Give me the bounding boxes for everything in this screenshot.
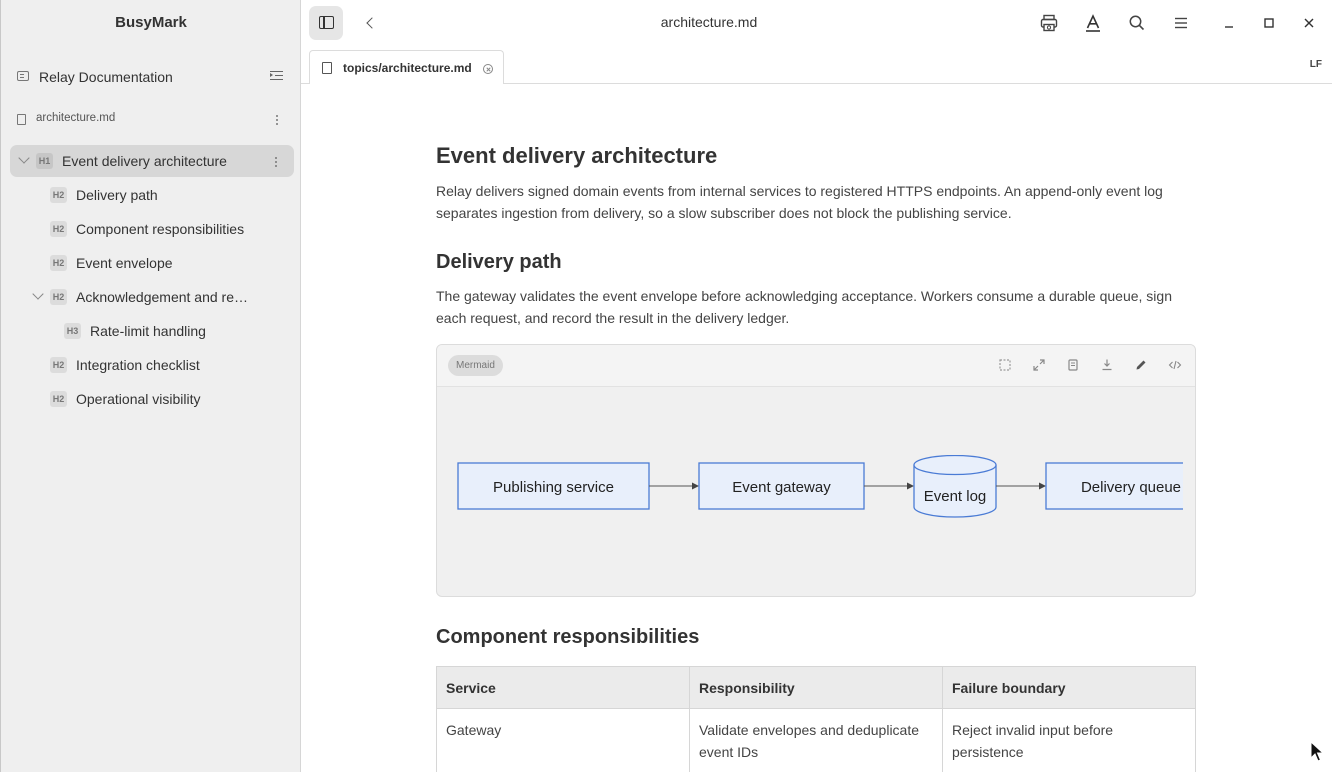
responsibilities-table: Service Responsibility Failure boundary … [436,666,1196,772]
outline-toggle-icon[interactable] [270,70,283,82]
file-more-icon[interactable] [276,115,279,126]
node-event-gateway: Event gateway [698,462,865,510]
heading-level-badge: H2 [50,289,67,305]
table-cell: Validate envelopes and deduplicate event… [689,708,943,772]
outline-more-icon[interactable] [275,157,278,168]
table-header-row: Service Responsibility Failure boundary [436,666,1196,709]
outline-item-integration-checklist[interactable]: H2 Integration checklist [10,349,294,381]
flowchart-diagram: Publishing service Event gateway Event l… [457,455,1183,518]
file-row[interactable]: architecture.md [1,110,301,130]
chevron-down-icon[interactable] [32,288,44,300]
workspace-label: Relay Documentation [39,69,173,85]
mouse-cursor-icon [1310,741,1324,762]
text-format-icon[interactable] [1083,13,1103,33]
heading-level-badge: H1 [36,153,53,169]
heading-level-badge: H2 [50,357,67,373]
heading-level-badge: H2 [50,187,67,203]
outline-item-delivery-path[interactable]: H2 Delivery path [10,179,294,211]
workspace-row[interactable]: Relay Documentation [1,66,301,90]
outline-item-label: Integration checklist [76,357,200,373]
section-heading-component-responsibilities: Component responsibilities [436,626,700,648]
outline-item-acknowledgement[interactable]: H2 Acknowledgement and re… [10,281,294,313]
header-bar: architecture.md [301,0,1332,47]
line-ending-indicator[interactable]: LF [1310,59,1322,70]
expand-icon[interactable] [1032,358,1046,372]
outline-item-label: Component responsibilities [76,221,245,237]
tab-bar: topics/architecture.md LF [301,47,1332,84]
outline-item-label: Event envelope [76,255,173,271]
select-area-icon[interactable] [998,358,1012,372]
section-heading-delivery-path: Delivery path [436,251,562,273]
outline-item-label: Rate-limit handling [90,323,206,339]
outline-item-label: Operational visibility [76,391,201,407]
copy-icon[interactable] [1066,358,1080,372]
maximize-icon[interactable] [1259,13,1279,33]
edit-pencil-icon[interactable] [1134,358,1148,372]
chevron-down-icon[interactable] [18,152,30,164]
file-label: architecture.md [36,112,116,124]
mermaid-toolbar: Mermaid [437,345,1195,387]
mermaid-diagram-block: Mermaid Publishing service Event gateway… [436,344,1196,597]
tab-architecture[interactable]: topics/architecture.md [309,50,504,84]
tab-label: topics/architecture.md [343,61,472,75]
minimize-icon[interactable] [1219,13,1239,33]
app-title: BusyMark [115,14,187,31]
page-title: Event delivery architecture [436,143,718,168]
document-title: architecture.md [660,14,758,30]
arrow-2 [864,482,914,490]
outline-item-operational-visibility[interactable]: H2 Operational visibility [10,383,294,415]
outline-item-event-delivery-architecture[interactable]: H1 Event delivery architecture [10,145,294,177]
outline-item-event-envelope[interactable]: H2 Event envelope [10,247,294,279]
table-row: Gateway Validate envelopes and deduplica… [436,708,1196,772]
sidebar: BusyMark Relay Documentation architectur… [0,0,301,772]
print-preview-icon[interactable] [1039,13,1059,33]
close-window-icon[interactable] [1299,13,1319,33]
editor-content[interactable]: Event delivery architecture Relay delive… [301,85,1332,772]
node-publishing-service: Publishing service [457,462,650,510]
node-label: Event gateway [732,479,831,496]
file-edit-icon [322,62,332,74]
close-tab-icon[interactable] [483,64,493,74]
outline-item-component-responsibilities[interactable]: H2 Component responsibilities [10,213,294,245]
column-header: Service [436,666,690,709]
outline-item-label: Delivery path [76,187,158,203]
node-delivery-queue: Delivery queue [1045,462,1183,510]
column-header: Failure boundary [942,666,1196,709]
code-view-icon[interactable] [1168,358,1182,372]
node-label: Publishing service [493,479,614,496]
workspace-icon [17,71,29,81]
delivery-path-paragraph: The gateway validates the event envelope… [436,288,1172,326]
node-label: Event log [924,488,987,505]
intro-paragraph: Relay delivers signed domain events from… [436,183,1163,221]
menu-icon[interactable] [1171,13,1191,33]
table-cell: Reject invalid input before persistence [942,708,1196,772]
heading-level-badge: H2 [50,255,67,271]
arrow-3 [996,482,1046,490]
heading-level-badge: H2 [50,391,67,407]
outline-item-rate-limit-handling[interactable]: H3 Rate-limit handling [10,315,294,347]
arrow-1 [649,482,699,490]
heading-level-badge: H2 [50,221,67,237]
download-icon[interactable] [1100,358,1114,372]
outline-item-label: Event delivery architecture [62,153,227,169]
file-edit-icon [17,114,26,125]
outline-item-label: Acknowledgement and re… [76,289,248,305]
heading-level-badge: H3 [64,323,81,339]
search-icon[interactable] [1127,13,1147,33]
table-cell: Gateway [436,708,690,772]
node-event-log: Event log [913,455,997,518]
column-header: Responsibility [689,666,943,709]
mermaid-badge: Mermaid [448,355,503,376]
node-label: Delivery queue [1081,479,1181,496]
